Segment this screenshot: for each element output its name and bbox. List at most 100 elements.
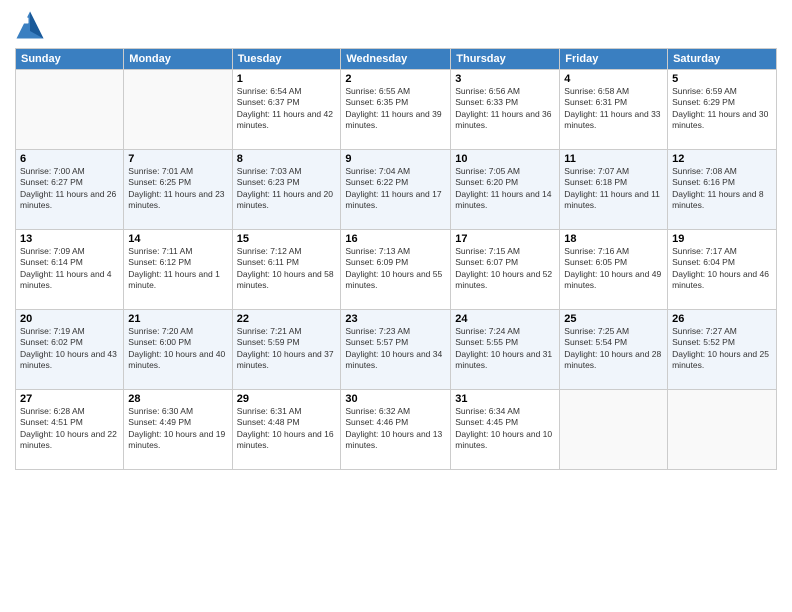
day-number: 1: [237, 73, 337, 85]
header: [15, 10, 777, 40]
day-info: Sunrise: 7:13 AMSunset: 6:09 PMDaylight:…: [345, 246, 446, 292]
day-info: Sunrise: 7:19 AMSunset: 6:02 PMDaylight:…: [20, 326, 119, 372]
calendar-cell: 18Sunrise: 7:16 AMSunset: 6:05 PMDayligh…: [560, 230, 668, 310]
day-number: 9: [345, 153, 446, 165]
day-info: Sunrise: 7:27 AMSunset: 5:52 PMDaylight:…: [672, 326, 772, 372]
calendar-cell: 29Sunrise: 6:31 AMSunset: 4:48 PMDayligh…: [232, 390, 341, 470]
calendar-week-row: 6Sunrise: 7:00 AMSunset: 6:27 PMDaylight…: [16, 150, 777, 230]
day-info: Sunrise: 7:08 AMSunset: 6:16 PMDaylight:…: [672, 166, 772, 212]
calendar-cell: 21Sunrise: 7:20 AMSunset: 6:00 PMDayligh…: [124, 310, 232, 390]
day-number: 7: [128, 153, 227, 165]
day-number: 4: [564, 73, 663, 85]
day-info: Sunrise: 7:21 AMSunset: 5:59 PMDaylight:…: [237, 326, 337, 372]
calendar-cell: [668, 390, 777, 470]
calendar-cell: 2Sunrise: 6:55 AMSunset: 6:35 PMDaylight…: [341, 70, 451, 150]
calendar-cell: 5Sunrise: 6:59 AMSunset: 6:29 PMDaylight…: [668, 70, 777, 150]
calendar-cell: 27Sunrise: 6:28 AMSunset: 4:51 PMDayligh…: [16, 390, 124, 470]
day-number: 29: [237, 393, 337, 405]
calendar-cell: 7Sunrise: 7:01 AMSunset: 6:25 PMDaylight…: [124, 150, 232, 230]
day-info: Sunrise: 7:16 AMSunset: 6:05 PMDaylight:…: [564, 246, 663, 292]
calendar-cell: 9Sunrise: 7:04 AMSunset: 6:22 PMDaylight…: [341, 150, 451, 230]
col-friday: Friday: [560, 49, 668, 70]
calendar-cell: 3Sunrise: 6:56 AMSunset: 6:33 PMDaylight…: [451, 70, 560, 150]
calendar-cell: 26Sunrise: 7:27 AMSunset: 5:52 PMDayligh…: [668, 310, 777, 390]
day-info: Sunrise: 7:03 AMSunset: 6:23 PMDaylight:…: [237, 166, 337, 212]
day-number: 12: [672, 153, 772, 165]
day-info: Sunrise: 7:05 AMSunset: 6:20 PMDaylight:…: [455, 166, 555, 212]
calendar-cell: [560, 390, 668, 470]
day-info: Sunrise: 7:11 AMSunset: 6:12 PMDaylight:…: [128, 246, 227, 292]
day-info: Sunrise: 7:09 AMSunset: 6:14 PMDaylight:…: [20, 246, 119, 292]
calendar-week-row: 1Sunrise: 6:54 AMSunset: 6:37 PMDaylight…: [16, 70, 777, 150]
calendar-cell: 15Sunrise: 7:12 AMSunset: 6:11 PMDayligh…: [232, 230, 341, 310]
day-info: Sunrise: 7:12 AMSunset: 6:11 PMDaylight:…: [237, 246, 337, 292]
day-info: Sunrise: 7:00 AMSunset: 6:27 PMDaylight:…: [20, 166, 119, 212]
calendar-cell: 10Sunrise: 7:05 AMSunset: 6:20 PMDayligh…: [451, 150, 560, 230]
calendar-cell: 16Sunrise: 7:13 AMSunset: 6:09 PMDayligh…: [341, 230, 451, 310]
calendar-cell: 28Sunrise: 6:30 AMSunset: 4:49 PMDayligh…: [124, 390, 232, 470]
calendar-cell: 30Sunrise: 6:32 AMSunset: 4:46 PMDayligh…: [341, 390, 451, 470]
col-thursday: Thursday: [451, 49, 560, 70]
calendar-cell: 11Sunrise: 7:07 AMSunset: 6:18 PMDayligh…: [560, 150, 668, 230]
day-number: 16: [345, 233, 446, 245]
day-number: 19: [672, 233, 772, 245]
day-number: 13: [20, 233, 119, 245]
day-number: 28: [128, 393, 227, 405]
day-number: 2: [345, 73, 446, 85]
day-number: 18: [564, 233, 663, 245]
logo: [15, 10, 49, 40]
day-number: 31: [455, 393, 555, 405]
calendar-cell: 13Sunrise: 7:09 AMSunset: 6:14 PMDayligh…: [16, 230, 124, 310]
calendar-cell: 6Sunrise: 7:00 AMSunset: 6:27 PMDaylight…: [16, 150, 124, 230]
day-number: 21: [128, 313, 227, 325]
day-number: 20: [20, 313, 119, 325]
calendar-cell: 23Sunrise: 7:23 AMSunset: 5:57 PMDayligh…: [341, 310, 451, 390]
day-number: 5: [672, 73, 772, 85]
calendar-cell: 8Sunrise: 7:03 AMSunset: 6:23 PMDaylight…: [232, 150, 341, 230]
day-info: Sunrise: 7:15 AMSunset: 6:07 PMDaylight:…: [455, 246, 555, 292]
day-info: Sunrise: 7:01 AMSunset: 6:25 PMDaylight:…: [128, 166, 227, 212]
calendar-cell: 22Sunrise: 7:21 AMSunset: 5:59 PMDayligh…: [232, 310, 341, 390]
day-info: Sunrise: 7:04 AMSunset: 6:22 PMDaylight:…: [345, 166, 446, 212]
col-saturday: Saturday: [668, 49, 777, 70]
day-number: 14: [128, 233, 227, 245]
day-info: Sunrise: 6:59 AMSunset: 6:29 PMDaylight:…: [672, 86, 772, 132]
day-number: 26: [672, 313, 772, 325]
day-info: Sunrise: 7:23 AMSunset: 5:57 PMDaylight:…: [345, 326, 446, 372]
calendar-week-row: 27Sunrise: 6:28 AMSunset: 4:51 PMDayligh…: [16, 390, 777, 470]
calendar-cell: 19Sunrise: 7:17 AMSunset: 6:04 PMDayligh…: [668, 230, 777, 310]
calendar-cell: 24Sunrise: 7:24 AMSunset: 5:55 PMDayligh…: [451, 310, 560, 390]
page: Sunday Monday Tuesday Wednesday Thursday…: [0, 0, 792, 612]
day-number: 30: [345, 393, 446, 405]
day-number: 15: [237, 233, 337, 245]
calendar-cell: [16, 70, 124, 150]
day-info: Sunrise: 6:54 AMSunset: 6:37 PMDaylight:…: [237, 86, 337, 132]
day-info: Sunrise: 6:34 AMSunset: 4:45 PMDaylight:…: [455, 406, 555, 452]
day-number: 10: [455, 153, 555, 165]
day-number: 6: [20, 153, 119, 165]
col-wednesday: Wednesday: [341, 49, 451, 70]
day-number: 23: [345, 313, 446, 325]
day-info: Sunrise: 6:30 AMSunset: 4:49 PMDaylight:…: [128, 406, 227, 452]
calendar-cell: 17Sunrise: 7:15 AMSunset: 6:07 PMDayligh…: [451, 230, 560, 310]
calendar-cell: 1Sunrise: 6:54 AMSunset: 6:37 PMDaylight…: [232, 70, 341, 150]
calendar-header-row: Sunday Monday Tuesday Wednesday Thursday…: [16, 49, 777, 70]
day-info: Sunrise: 7:07 AMSunset: 6:18 PMDaylight:…: [564, 166, 663, 212]
day-number: 17: [455, 233, 555, 245]
calendar-week-row: 13Sunrise: 7:09 AMSunset: 6:14 PMDayligh…: [16, 230, 777, 310]
day-info: Sunrise: 6:28 AMSunset: 4:51 PMDaylight:…: [20, 406, 119, 452]
col-tuesday: Tuesday: [232, 49, 341, 70]
day-number: 11: [564, 153, 663, 165]
day-info: Sunrise: 7:17 AMSunset: 6:04 PMDaylight:…: [672, 246, 772, 292]
day-info: Sunrise: 6:31 AMSunset: 4:48 PMDaylight:…: [237, 406, 337, 452]
calendar-cell: 25Sunrise: 7:25 AMSunset: 5:54 PMDayligh…: [560, 310, 668, 390]
day-info: Sunrise: 6:56 AMSunset: 6:33 PMDaylight:…: [455, 86, 555, 132]
day-number: 22: [237, 313, 337, 325]
calendar-cell: 20Sunrise: 7:19 AMSunset: 6:02 PMDayligh…: [16, 310, 124, 390]
day-info: Sunrise: 7:20 AMSunset: 6:00 PMDaylight:…: [128, 326, 227, 372]
col-monday: Monday: [124, 49, 232, 70]
col-sunday: Sunday: [16, 49, 124, 70]
calendar-cell: 4Sunrise: 6:58 AMSunset: 6:31 PMDaylight…: [560, 70, 668, 150]
day-number: 27: [20, 393, 119, 405]
day-info: Sunrise: 6:58 AMSunset: 6:31 PMDaylight:…: [564, 86, 663, 132]
